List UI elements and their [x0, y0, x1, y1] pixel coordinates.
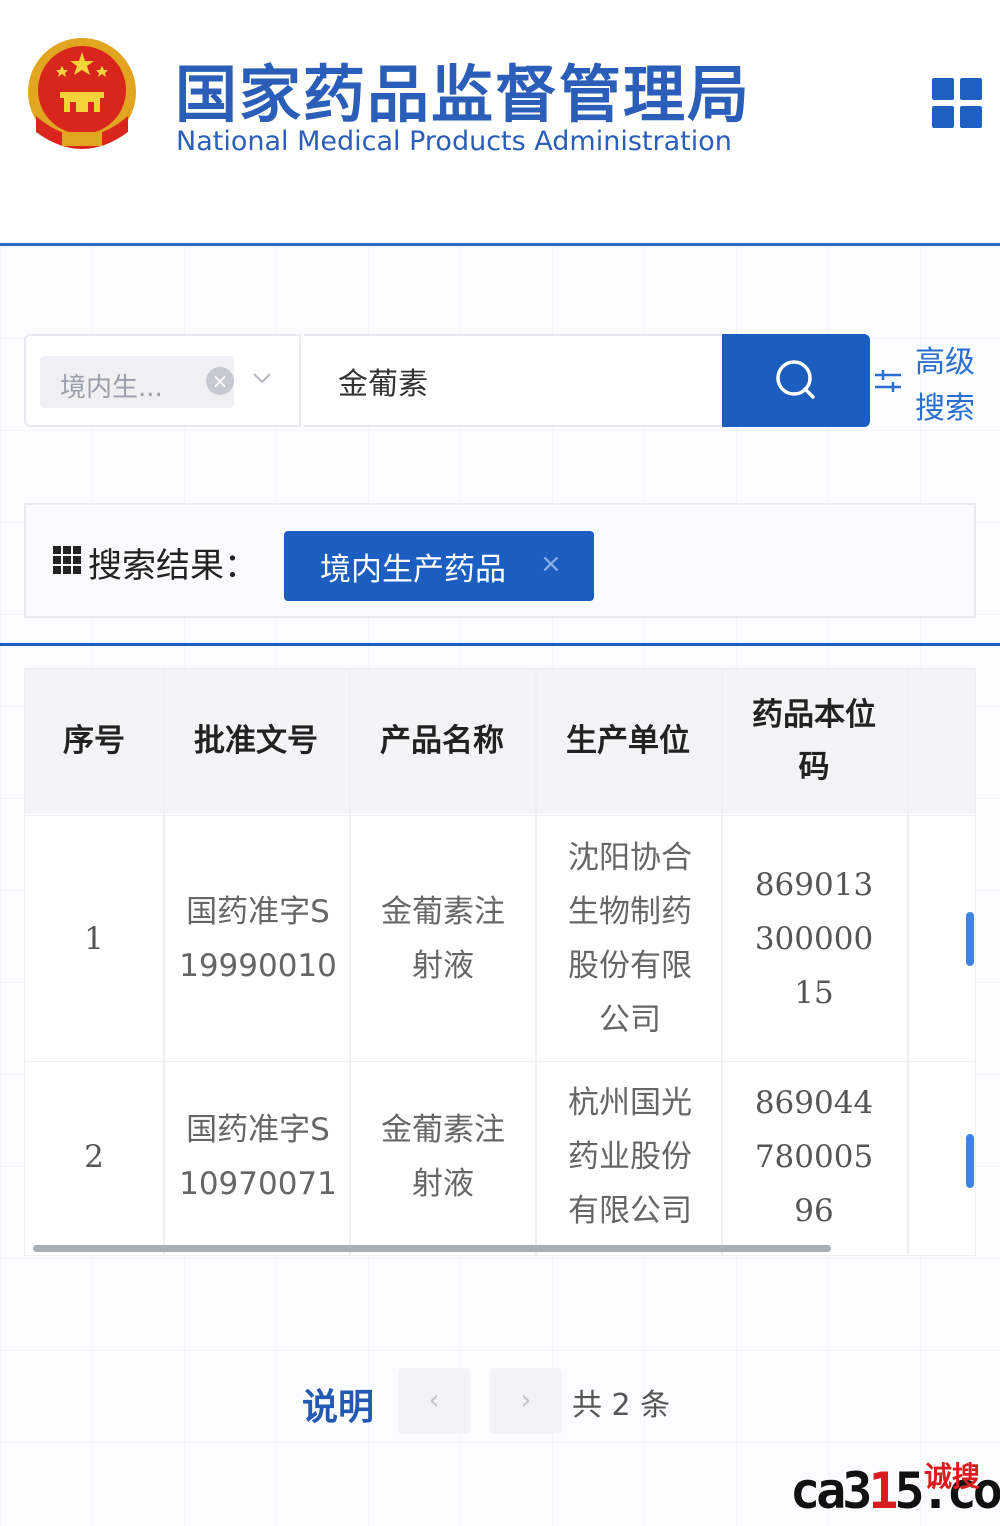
- next-page-button[interactable]: ›: [490, 1368, 562, 1434]
- row-action-handle[interactable]: [966, 1134, 974, 1188]
- cell-approval-no: 国药准字S10970071: [179, 1112, 337, 1202]
- search-bar: 境内生... ×: [24, 334, 872, 427]
- close-icon[interactable]: ×: [540, 549, 562, 579]
- grid-list-icon: [53, 546, 81, 574]
- filter-tag-label: 境内生产药品: [320, 552, 506, 588]
- column-divider: [721, 669, 723, 1255]
- column-header-index: 序号: [63, 723, 125, 759]
- menu-grid-icon[interactable]: [932, 78, 984, 130]
- cell-code: 86904478000596: [754, 1085, 874, 1229]
- table-header: 序号 批准文号 产品名称 生产单位 药品本位码: [25, 669, 975, 813]
- row-action-handle[interactable]: [966, 912, 974, 966]
- site-header: 国家药品监督管理局 National Medical Products Admi…: [0, 0, 1000, 245]
- horizontal-scrollbar[interactable]: [33, 1245, 831, 1252]
- cell-code: 86901330000015: [754, 867, 874, 1011]
- cell-approval-no: 国药准字S19990010: [179, 894, 337, 984]
- national-emblem-logo: [28, 38, 136, 149]
- filter-sliders-icon[interactable]: [873, 367, 903, 397]
- search-button[interactable]: [722, 334, 870, 427]
- scope-select[interactable]: 境内生... ×: [24, 334, 301, 427]
- cell-product: 金葡素注射液: [381, 1112, 505, 1202]
- column-divider: [163, 669, 165, 1255]
- search-icon: [776, 360, 815, 399]
- watermark-cn: 诚搜: [924, 1460, 981, 1493]
- cell-manufacturer: 杭州国光药业股份有限公司: [568, 1085, 692, 1229]
- total-count: 共 2 条: [572, 1388, 671, 1423]
- advanced-search-link[interactable]: 高级搜索: [915, 340, 1000, 432]
- chevron-down-icon: [253, 373, 271, 384]
- scope-chip: 境内生... ×: [40, 356, 234, 408]
- help-link[interactable]: 说明: [302, 1378, 374, 1430]
- search-result-label: 搜索结果：: [88, 546, 258, 586]
- column-header-product: 产品名称: [380, 723, 504, 759]
- column-divider: [349, 669, 351, 1255]
- scope-chip-label: 境内生...: [60, 373, 163, 403]
- prev-page-button[interactable]: ‹: [398, 1368, 470, 1434]
- results-table: 序号 批准文号 产品名称 生产单位 药品本位码 1 国药准字S19990010 …: [24, 668, 976, 1256]
- table-row[interactable]: 1 国药准字S19990010 金葡素注射液 沈阳协合生物制药股份有限公司 86…: [25, 815, 975, 1061]
- table-row[interactable]: 2 国药准字S10970071 金葡素注射液 杭州国光药业股份有限公司 8690…: [25, 1061, 975, 1251]
- watermark-part-c: 1: [868, 1462, 898, 1520]
- site-title-en: National Medical Products Administration: [176, 126, 732, 157]
- column-divider: [535, 669, 537, 1255]
- watermark-part-b: 3: [842, 1462, 872, 1520]
- filter-tag[interactable]: 境内生产药品 ×: [284, 531, 594, 601]
- cell-index: 2: [84, 1139, 104, 1175]
- site-title-cn: 国家药品监督管理局: [175, 58, 752, 131]
- column-header-manufacturer: 生产单位: [566, 723, 690, 759]
- section-divider: [0, 643, 1000, 646]
- search-input[interactable]: [304, 334, 724, 427]
- cell-index: 1: [84, 921, 104, 957]
- cell-manufacturer: 沈阳协合生物制药股份有限公司: [568, 840, 692, 1038]
- clear-scope-icon[interactable]: ×: [206, 367, 234, 395]
- column-header-approval-no: 批准文号: [194, 723, 318, 759]
- column-header-code: 药品本位码: [752, 697, 876, 785]
- cell-product: 金葡素注射液: [381, 894, 505, 984]
- watermark-part-a: ca: [790, 1462, 846, 1520]
- column-divider: [907, 669, 909, 1255]
